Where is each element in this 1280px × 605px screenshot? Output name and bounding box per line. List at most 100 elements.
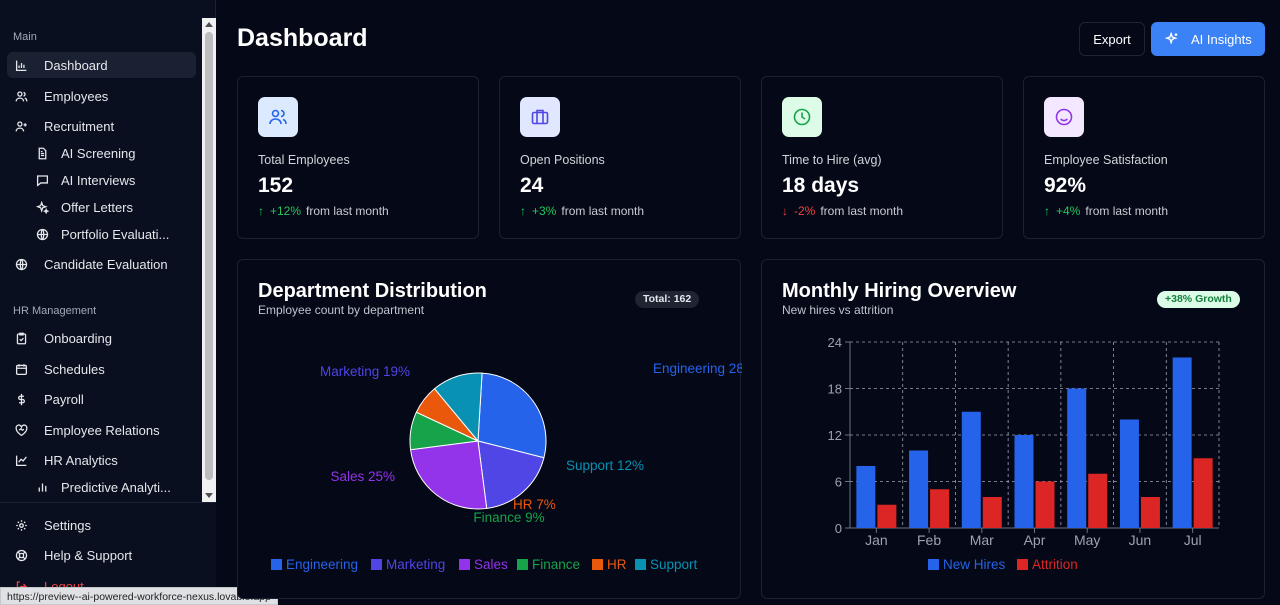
stat-delta-percent: +3% (532, 204, 557, 218)
pie-slice-label: Support 12% (566, 458, 644, 473)
sidebar-item-portfolio-evaluation[interactable]: Portfolio Evaluati... (7, 221, 196, 247)
lifebuoy-icon (14, 548, 28, 562)
main-content: Dashboard Export AI Insights Total Emplo… (217, 0, 1280, 605)
y-tick-label: 6 (835, 475, 842, 490)
smile-icon (1044, 97, 1084, 137)
x-tick-label: Jan (865, 532, 888, 548)
sidebar-item-ai-screening[interactable]: AI Screening (7, 140, 196, 166)
stat-card-total-employees: Total Employees 152 ↑ +12% from last mon… (237, 76, 479, 239)
sidebar-item-label: Help & Support (44, 547, 133, 563)
line-chart-icon (14, 453, 28, 467)
bar-new-hires (1014, 435, 1034, 528)
heart-handshake-icon (14, 423, 28, 437)
x-tick-label: Apr (1024, 532, 1046, 548)
scroll-up-arrow-icon[interactable] (205, 22, 213, 27)
file-text-icon (35, 146, 49, 160)
legend-label: Marketing (386, 557, 445, 572)
sidebar-item-label: Payroll (44, 391, 84, 407)
bar-chart-icon (35, 480, 49, 494)
legend-swatch (928, 559, 939, 570)
arrow-down-icon: ↓ (782, 204, 788, 218)
users-icon (258, 97, 298, 137)
stat-delta: ↑ +4% from last month (1044, 204, 1168, 218)
stat-value: 92% (1044, 174, 1087, 197)
sidebar-item-settings[interactable]: Settings (7, 512, 196, 538)
stat-delta: ↑ +3% from last month (520, 204, 644, 218)
bar-chart-icon (14, 58, 28, 72)
legend-label: Support (650, 557, 698, 572)
sidebar-item-label: HR Analytics (44, 452, 118, 468)
briefcase-icon (520, 97, 560, 137)
legend-label: New Hires (943, 557, 1006, 572)
sidebar-item-schedules[interactable]: Schedules (7, 356, 196, 382)
sidebar-scroll-area[interactable]: Main Dashboard Employees Recruitment AI … (0, 18, 202, 502)
bar-new-hires (856, 466, 876, 528)
sidebar-item-label: Candidate Evaluation (44, 256, 168, 272)
sidebar-item-label: Portfolio Evaluati... (61, 226, 170, 242)
stat-value: 24 (520, 174, 544, 197)
bar-attrition (1140, 497, 1160, 528)
ai-insights-button[interactable]: AI Insights (1151, 22, 1265, 56)
sidebar-item-predictive-analytics[interactable]: Predictive Analyti... (7, 474, 196, 500)
globe-icon (14, 257, 28, 271)
department-pie-chart: Engineering 28% Marketing 19% Sales 25% Fin… (271, 361, 742, 572)
sidebar-item-ai-interviews[interactable]: AI Interviews (7, 167, 196, 193)
pie-slice-label: Finance 9% (473, 510, 544, 525)
sparkles-icon (1165, 32, 1179, 46)
bar-new-hires (1067, 388, 1087, 528)
sidebar-item-label: Predictive Analyti... (61, 479, 171, 495)
sidebar-item-dashboard[interactable]: Dashboard (7, 52, 196, 78)
sidebar-item-employee-relations[interactable]: Employee Relations (7, 417, 196, 443)
sidebar-item-help-support[interactable]: Help & Support (7, 542, 196, 568)
legend-swatch (271, 559, 282, 570)
sidebar-item-label: Settings (44, 517, 91, 533)
legend-label: Engineering (286, 557, 358, 572)
clock-icon (782, 97, 822, 137)
sparkles-icon (35, 200, 49, 214)
legend-swatch (1017, 559, 1028, 570)
sidebar-item-label: Onboarding (44, 330, 112, 346)
stat-value: 152 (258, 174, 294, 197)
stat-label: Time to Hire (avg) (782, 153, 882, 167)
sidebar-item-label: AI Interviews (61, 172, 136, 188)
stat-delta-percent: -2% (794, 204, 816, 218)
y-tick-label: 0 (835, 521, 842, 536)
x-tick-label: Feb (917, 532, 941, 548)
sidebar-item-label: Dashboard (44, 57, 108, 73)
scrollbar-thumb[interactable] (205, 32, 213, 480)
arrow-up-icon: ↑ (258, 204, 264, 218)
y-tick-label: 12 (828, 428, 842, 443)
sidebar-item-employees[interactable]: Employees (7, 83, 196, 109)
legend-swatch (635, 559, 646, 570)
calendar-icon (14, 362, 28, 376)
sidebar-scrollbar[interactable] (202, 18, 216, 502)
sidebar: Main Dashboard Employees Recruitment AI … (0, 0, 216, 605)
sidebar-item-label: Employee Relations (44, 422, 160, 438)
export-button[interactable]: Export (1079, 22, 1145, 56)
sidebar-item-hr-analytics[interactable]: HR Analytics (7, 447, 196, 473)
sidebar-item-onboarding[interactable]: Onboarding (7, 325, 196, 351)
ai-insights-label: AI Insights (1191, 31, 1252, 47)
sidebar-item-offer-letters[interactable]: Offer Letters (7, 194, 196, 220)
y-tick-label: 24 (828, 335, 842, 350)
stat-card-time-to-hire: Time to Hire (avg) 18 days ↓ -2% from la… (761, 76, 1003, 239)
message-square-icon (35, 173, 49, 187)
bar-attrition (982, 497, 1002, 528)
stat-label: Employee Satisfaction (1044, 153, 1168, 167)
legend-swatch (371, 559, 382, 570)
sidebar-item-label: Recruitment (44, 118, 115, 134)
x-tick-label: Mar (970, 532, 994, 548)
stat-delta: ↓ -2% from last month (782, 204, 903, 218)
pie-slice-label: Engineering 28% (653, 361, 742, 376)
sidebar-item-recruitment[interactable]: Recruitment (7, 113, 196, 139)
scroll-down-arrow-icon[interactable] (205, 493, 213, 498)
sidebar-item-label: Schedules (44, 361, 105, 377)
stat-delta-percent: +4% (1056, 204, 1081, 218)
y-tick-label: 18 (828, 382, 842, 397)
department-distribution-card: Department Distribution Employee count b… (237, 259, 742, 599)
sidebar-item-candidate-evaluation[interactable]: Candidate Evaluation (7, 251, 196, 277)
sidebar-item-payroll[interactable]: Payroll (7, 386, 196, 412)
x-tick-label: May (1074, 532, 1100, 548)
bar-new-hires (961, 411, 981, 528)
stat-label: Total Employees (258, 153, 350, 167)
